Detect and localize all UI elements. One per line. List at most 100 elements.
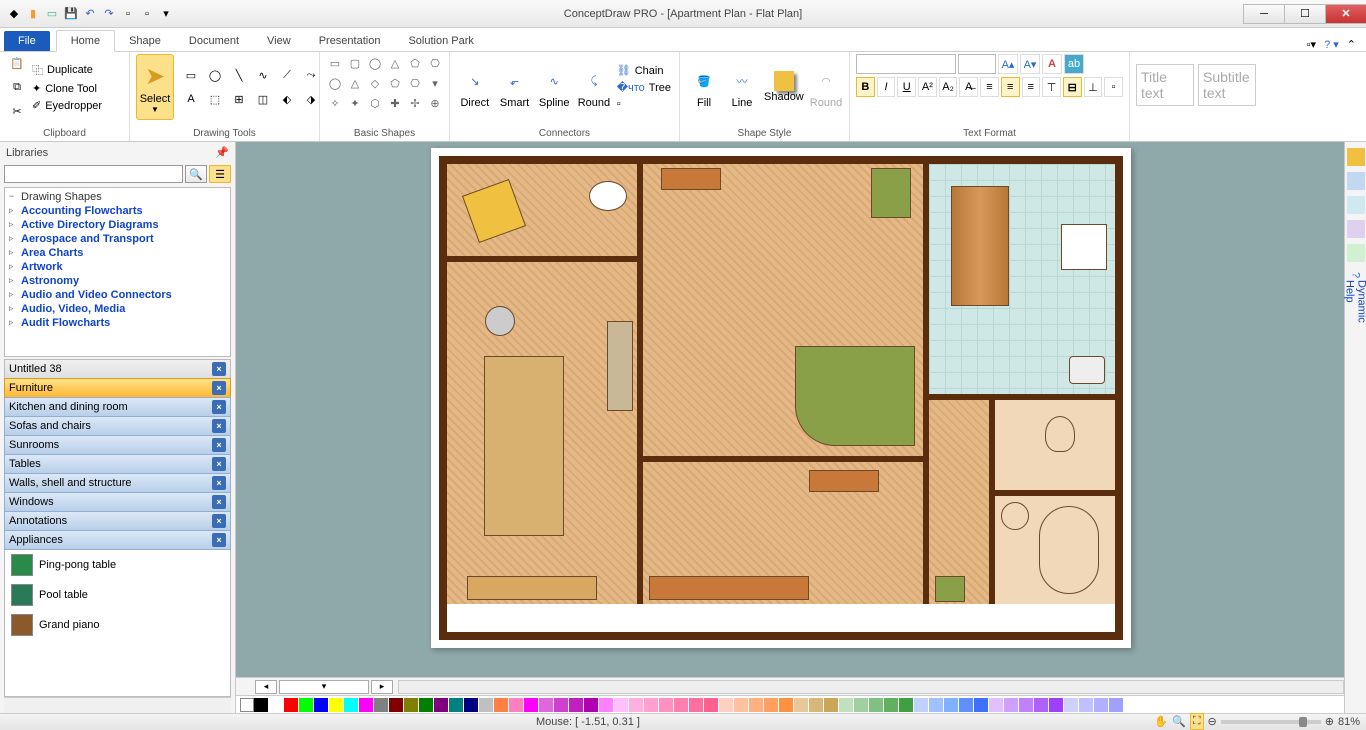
color-swatch[interactable] xyxy=(524,698,539,712)
drawing-page[interactable] xyxy=(431,148,1131,648)
color-swatch[interactable] xyxy=(614,698,629,712)
dining-table-shape[interactable] xyxy=(951,186,1009,306)
chain-connector-button[interactable]: ⛓Chain xyxy=(615,63,673,78)
color-swatch[interactable] xyxy=(629,698,644,712)
tree-item[interactable]: Astronomy xyxy=(7,274,228,288)
color-swatch[interactable] xyxy=(479,698,494,712)
color-swatch[interactable] xyxy=(659,698,674,712)
color-swatch[interactable] xyxy=(809,698,824,712)
tool-b[interactable]: ⬚ xyxy=(204,88,226,110)
canvas-viewport[interactable] xyxy=(236,142,1344,677)
collapse-ribbon-icon[interactable]: ⌃ xyxy=(1347,38,1356,51)
cabinet-row2-shape[interactable] xyxy=(467,576,597,600)
solution-park-tab[interactable]: Solution Park xyxy=(394,31,487,51)
shape-item[interactable]: Pool table xyxy=(5,580,230,610)
toilet-shape[interactable] xyxy=(1045,416,1075,452)
stove-shape[interactable] xyxy=(1061,224,1107,270)
qat-dropdown-icon[interactable]: ▾ xyxy=(158,6,174,22)
presentation-tab[interactable]: Presentation xyxy=(305,31,395,51)
color-swatch[interactable] xyxy=(269,698,284,712)
color-swatch[interactable] xyxy=(839,698,854,712)
color-swatch[interactable] xyxy=(554,698,569,712)
qat-icon-2[interactable]: ▫ xyxy=(139,6,155,22)
color-swatch[interactable] xyxy=(644,698,659,712)
canvas-hscroll[interactable] xyxy=(398,680,1344,694)
shape-item[interactable]: Ping-pong table xyxy=(5,550,230,580)
page-tab[interactable]: ▾ xyxy=(279,680,369,694)
align-center-button[interactable]: ≡ xyxy=(1001,77,1020,97)
tool-e[interactable]: ⬖ xyxy=(276,88,298,110)
tree-item[interactable]: Active Directory Diagrams xyxy=(7,218,228,232)
tree-root[interactable]: Drawing Shapes xyxy=(7,190,228,204)
view-tab[interactable]: View xyxy=(253,31,305,51)
new-icon[interactable]: ▮ xyxy=(25,6,41,22)
color-swatch[interactable] xyxy=(1079,698,1094,712)
cut-icon[interactable]: ✂ xyxy=(6,100,28,122)
font-color-button[interactable]: A xyxy=(1042,54,1062,74)
duplicate-button[interactable]: ⿻Duplicate xyxy=(30,61,104,79)
color-swatch[interactable] xyxy=(584,698,599,712)
lib-tab[interactable]: Appliances× xyxy=(4,530,231,550)
color-swatch[interactable] xyxy=(494,698,509,712)
dynamic-help-tab[interactable]: ?Dynamic Help xyxy=(1347,272,1365,290)
lib-tab[interactable]: Walls, shell and structure× xyxy=(4,473,231,493)
pan-tool-icon[interactable]: ✋ xyxy=(1154,715,1168,728)
cabinet-row-shape[interactable] xyxy=(649,576,809,600)
ellipse-tool[interactable]: ◯ xyxy=(204,64,226,86)
color-swatch[interactable] xyxy=(314,698,329,712)
redo-icon[interactable]: ↷ xyxy=(101,6,117,22)
line-button[interactable]: 〰Line xyxy=(724,54,760,120)
align-middle-button[interactable]: ⊟ xyxy=(1063,77,1082,97)
page-next-button[interactable]: ▸ xyxy=(371,680,393,694)
rug-shape[interactable] xyxy=(484,356,564,536)
home-tab[interactable]: Home xyxy=(56,30,115,52)
tree-connector-button[interactable]: �чтоTree xyxy=(615,80,673,95)
zoom-in-button[interactable]: ⊕ xyxy=(1325,715,1334,728)
font-family-combo[interactable] xyxy=(856,54,956,74)
ribbon-opts-icon[interactable]: ▫▾ xyxy=(1307,38,1316,51)
color-swatch[interactable] xyxy=(674,698,689,712)
color-swatch[interactable] xyxy=(1064,698,1079,712)
tree-item[interactable]: Area Charts xyxy=(7,246,228,260)
close-button[interactable]: ✕ xyxy=(1325,4,1366,24)
panel-hscroll[interactable] xyxy=(4,697,231,713)
tool-d[interactable]: ◫ xyxy=(252,88,274,110)
spline-connector-button[interactable]: ∿Spline xyxy=(535,54,573,120)
pin-icon[interactable]: 📌 xyxy=(215,146,229,159)
color-swatch[interactable] xyxy=(509,698,524,712)
highlight-button[interactable]: ab xyxy=(1064,54,1084,74)
color-swatch[interactable] xyxy=(869,698,884,712)
qat-icon-1[interactable]: ▫ xyxy=(120,6,136,22)
tree-item[interactable]: Aerospace and Transport xyxy=(7,232,228,246)
color-swatch[interactable] xyxy=(374,698,389,712)
color-swatch[interactable] xyxy=(704,698,719,712)
sofa-shape[interactable] xyxy=(607,321,633,411)
align-bottom-button[interactable]: ⊥ xyxy=(1084,77,1103,97)
shadow-button[interactable]: Shadow xyxy=(762,54,806,120)
close-tab-icon[interactable]: × xyxy=(212,438,226,452)
font-size-combo[interactable] xyxy=(958,54,996,74)
minimize-button[interactable]: ─ xyxy=(1243,4,1285,24)
align-right-button[interactable]: ≡ xyxy=(1022,77,1041,97)
clone-tool-button[interactable]: ✦Clone Tool xyxy=(30,81,104,96)
close-tab-icon[interactable]: × xyxy=(212,533,226,547)
open-icon[interactable]: ▭ xyxy=(44,6,60,22)
tool-f[interactable]: ⬗ xyxy=(300,88,322,110)
color-swatch[interactable] xyxy=(974,698,989,712)
tool-c[interactable]: ⊞ xyxy=(228,88,250,110)
title-style-button[interactable]: Title text xyxy=(1136,64,1194,106)
bold-button[interactable]: B xyxy=(856,77,875,97)
color-swatch[interactable] xyxy=(404,698,419,712)
lib-tab[interactable]: Kitchen and dining room× xyxy=(4,397,231,417)
color-swatch[interactable] xyxy=(434,698,449,712)
curve-tool[interactable]: ∿ xyxy=(252,64,274,86)
superscript-button[interactable]: A² xyxy=(918,77,937,97)
lib-tab[interactable]: Windows× xyxy=(4,492,231,512)
color-swatch[interactable] xyxy=(944,698,959,712)
eyedropper-button[interactable]: ✐Eyedropper xyxy=(30,98,104,113)
tree-item[interactable]: Accounting Flowcharts xyxy=(7,204,228,218)
cabinet-shape[interactable] xyxy=(661,168,721,190)
connector-more-button[interactable]: ▫ xyxy=(615,97,673,111)
italic-button[interactable]: I xyxy=(877,77,896,97)
tree-item[interactable]: Audio and Video Connectors xyxy=(7,288,228,302)
